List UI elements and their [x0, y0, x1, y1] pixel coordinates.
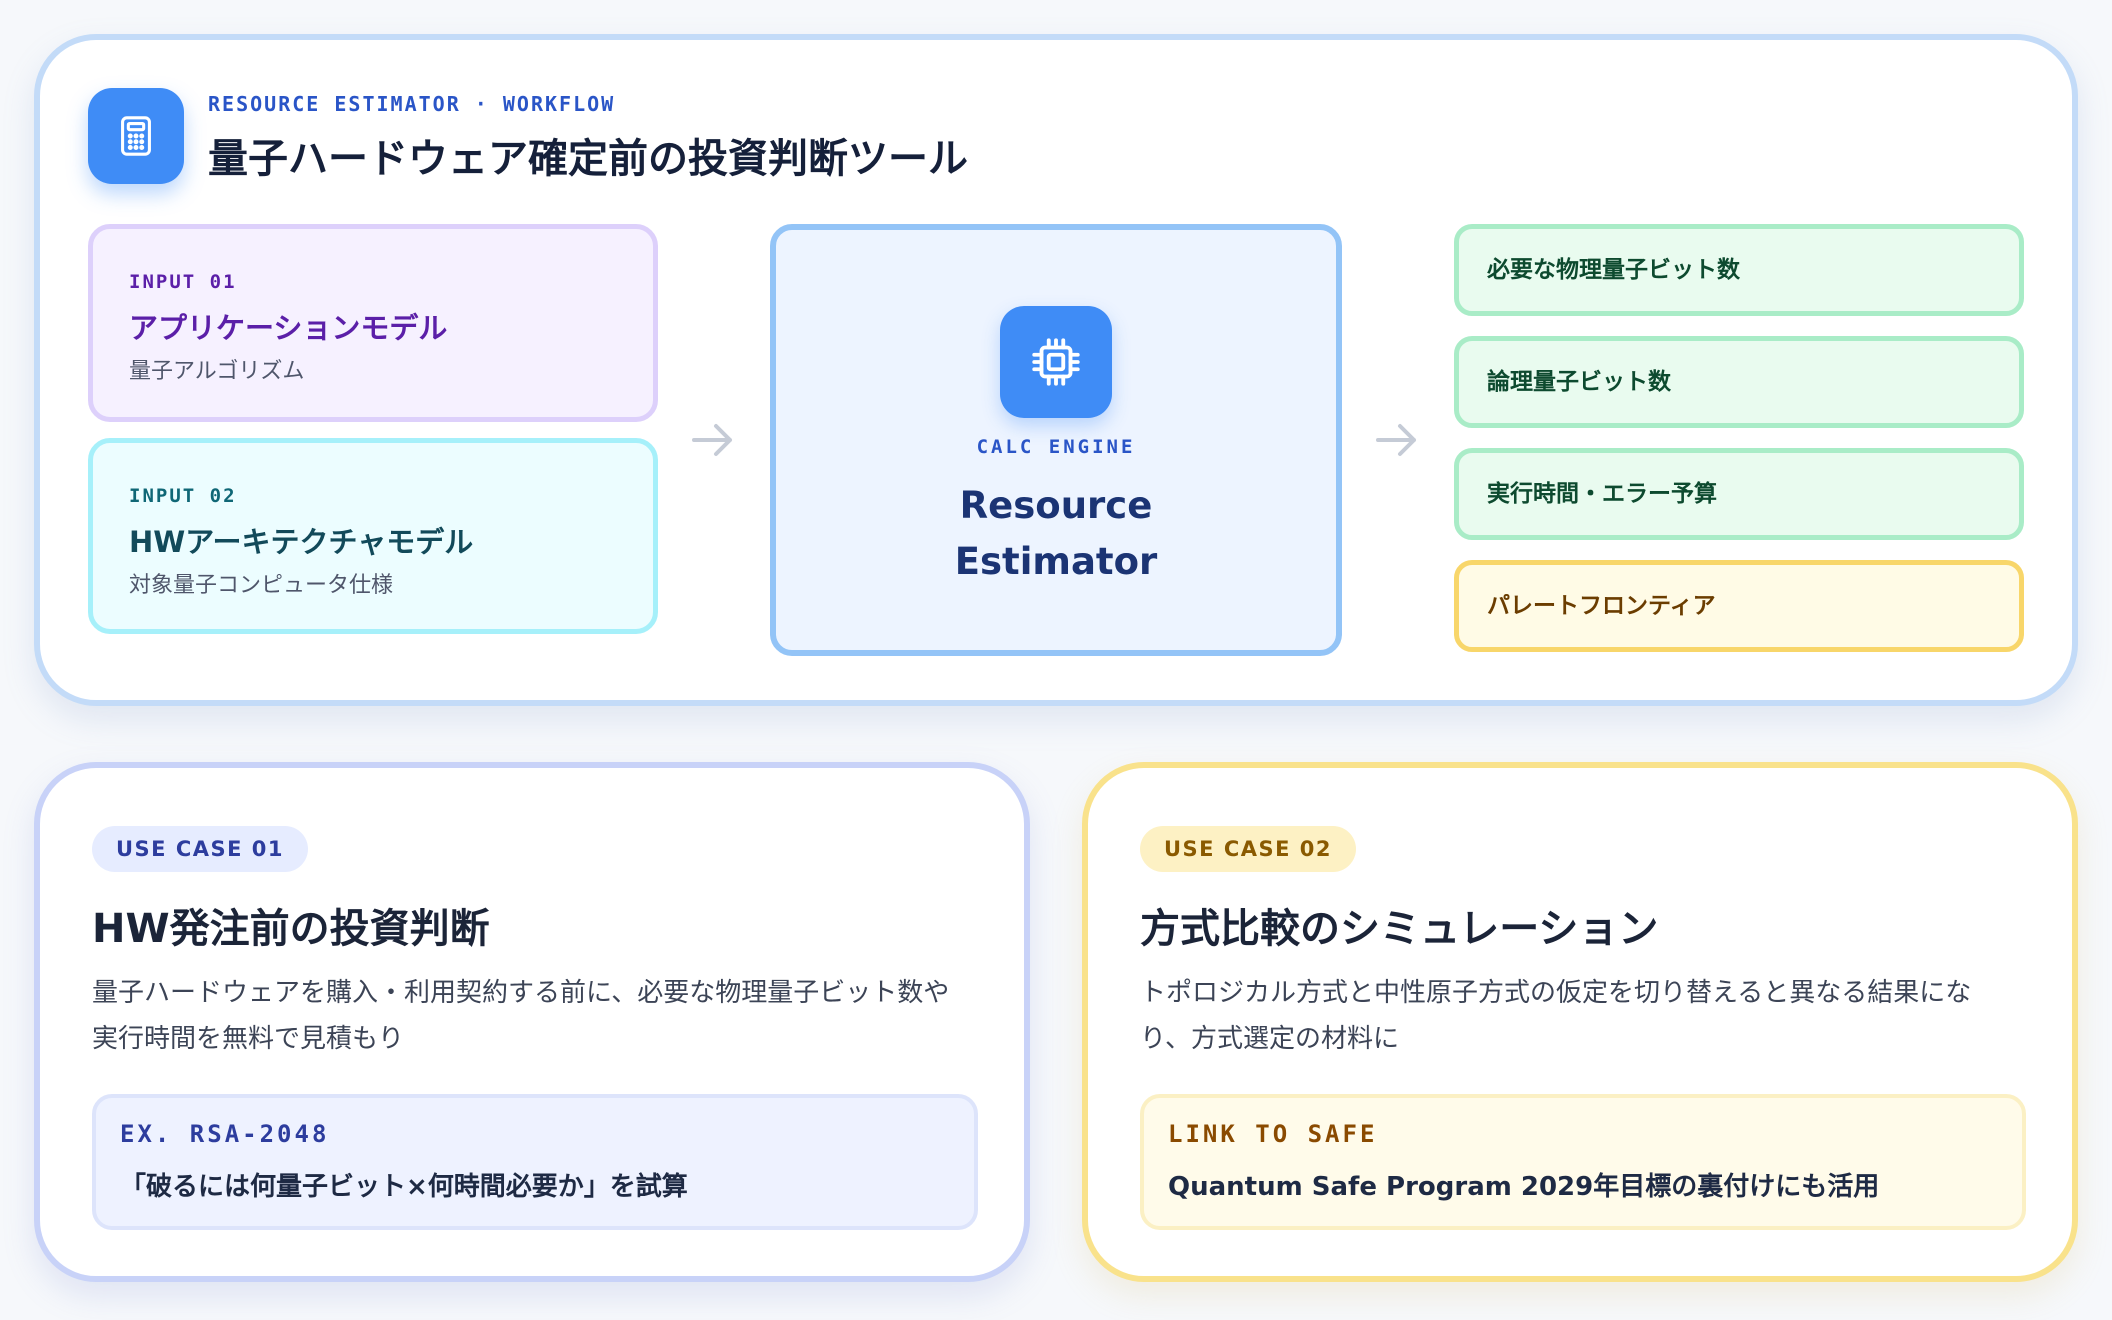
engine-name: Resource Estimator — [776, 478, 1336, 590]
example-note: EX. RSA-2048 「破るには何量子ビット×何時間必要か」を試算 — [92, 1094, 978, 1230]
output-runtime-error-budget: 実行時間・エラー予算 — [1454, 448, 2024, 540]
engine-tag: CALC ENGINE — [976, 436, 1136, 458]
engine-name-line1: Resource — [959, 484, 1153, 527]
note-text: Quantum Safe Program 2029年目標の裏付けにも活用 — [1168, 1172, 1880, 1202]
cpu-chip-icon — [1000, 306, 1112, 418]
note-tag: LINK TO SAFE — [1168, 1120, 1378, 1148]
output-label: パレートフロンティア — [1487, 593, 1716, 619]
engine-name-line2: Estimator — [954, 540, 1158, 583]
arrow-right-icon — [1376, 424, 1416, 456]
page-title: 量子ハードウェア確定前の投資判断ツール — [208, 136, 968, 182]
use-case-description: トポロジカル方式と中性原子方式の仮定を切り替えると異なる結果になり、方式選定の材… — [1140, 978, 1972, 1054]
use-case-title: 方式比較のシミュレーション — [1140, 906, 1659, 952]
calc-engine-box: CALC ENGINE Resource Estimator — [770, 224, 1342, 656]
arrow-right-icon — [692, 424, 732, 456]
input-box-application-model: INPUT 01 アプリケーションモデル 量子アルゴリズム — [88, 224, 658, 422]
use-case-card-02: USE CASE 02 方式比較のシミュレーション トポロジカル方式と中性原子方… — [1082, 762, 2078, 1282]
note-tag: EX. RSA-2048 — [120, 1120, 330, 1148]
output-label: 論理量子ビット数 — [1487, 369, 1671, 395]
input-box-hw-architecture: INPUT 02 HWアーキテクチャモデル 対象量子コンピュータ仕様 — [88, 438, 658, 634]
link-note: LINK TO SAFE Quantum Safe Program 2029年目… — [1140, 1094, 2026, 1230]
input-tag: INPUT 01 — [129, 271, 237, 293]
output-logical-qubits: 論理量子ビット数 — [1454, 336, 2024, 428]
use-case-description: 量子ハードウェアを購入・利用契約する前に、必要な物理量子ビット数や実行時間を無料… — [92, 978, 950, 1054]
use-case-title: HW発注前の投資判断 — [92, 906, 490, 952]
input-tag: INPUT 02 — [129, 485, 237, 507]
calculator-icon — [88, 88, 184, 184]
input-title: HWアーキテクチャモデル — [129, 525, 474, 559]
input-subtitle: 対象量子コンピュータ仕様 — [129, 573, 394, 598]
use-case-pill: USE CASE 02 — [1140, 826, 1357, 872]
output-label: 必要な物理量子ビット数 — [1487, 257, 1740, 283]
output-label: 実行時間・エラー予算 — [1487, 481, 1717, 507]
output-pareto-frontier: パレートフロンティア — [1454, 560, 2024, 652]
workflow-eyebrow: RESOURCE ESTIMATOR · WORKFLOW — [208, 92, 616, 116]
input-subtitle: 量子アルゴリズム — [129, 359, 305, 384]
use-case-card-01: USE CASE 01 HW発注前の投資判断 量子ハードウェアを購入・利用契約す… — [34, 762, 1030, 1282]
input-title: アプリケーションモデル — [129, 311, 448, 345]
output-physical-qubits: 必要な物理量子ビット数 — [1454, 224, 2024, 316]
note-text: 「破るには何量子ビット×何時間必要か」を試算 — [120, 1172, 688, 1202]
use-case-pill: USE CASE 01 — [92, 826, 309, 872]
